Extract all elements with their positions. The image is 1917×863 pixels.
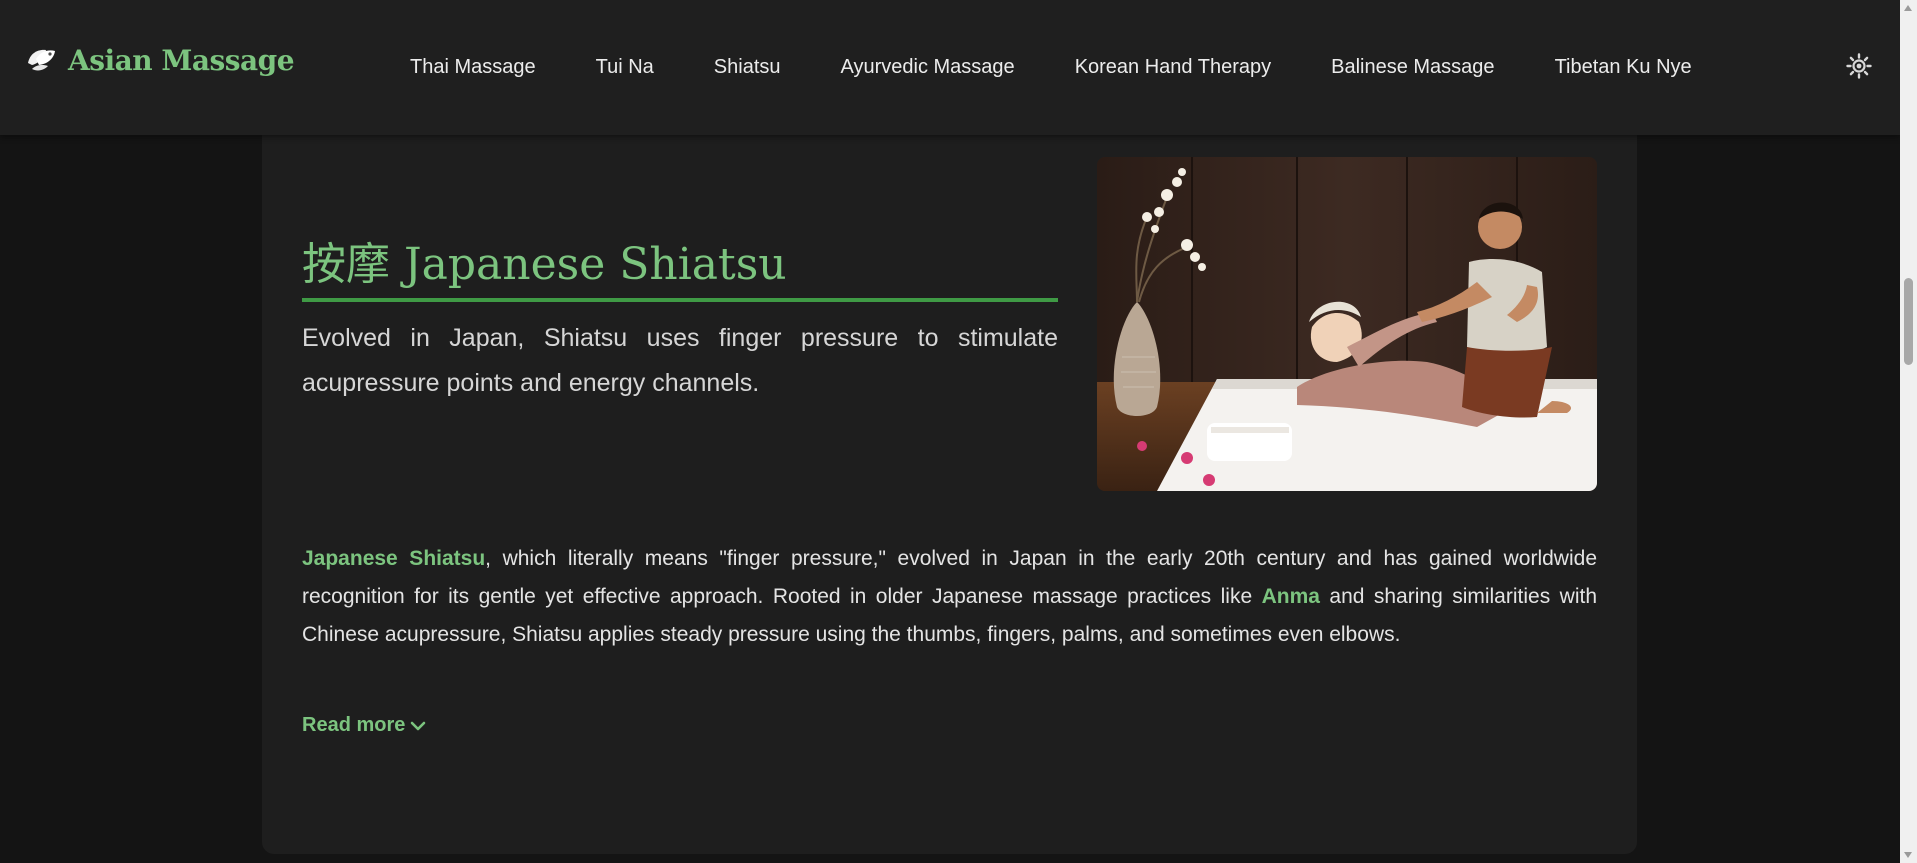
shiatsu-photo	[1097, 157, 1597, 491]
sun-icon[interactable]	[1846, 53, 1872, 79]
title-divider	[302, 298, 1058, 302]
read-more-label: Read more	[302, 714, 406, 736]
term-japanese-shiatsu: Japanese Shiatsu	[302, 547, 486, 570]
nav-item-korean-hand-therapy[interactable]: Korean Hand Therapy	[1075, 56, 1271, 79]
read-more-button[interactable]: Read more	[302, 714, 427, 737]
lotus-leaf-icon	[28, 49, 55, 71]
hero-image	[1097, 157, 1597, 491]
hero-description: Evolved in Japan, Shiatsu uses finger pr…	[302, 324, 1058, 397]
nav-item-tibetan-ku-nye[interactable]: Tibetan Ku Nye	[1555, 56, 1692, 79]
page-title: 按摩 Japanese Shiatsu	[302, 239, 787, 290]
page-scrollbar[interactable]	[1900, 0, 1917, 863]
scroll-up-arrow-icon[interactable]	[1904, 5, 1912, 11]
main-nav: Thai Massage Tui Na Shiatsu Ayurvedic Ma…	[410, 52, 1752, 82]
scroll-thumb[interactable]	[1904, 278, 1913, 365]
term-anma: Anma	[1261, 585, 1320, 608]
site-logo[interactable]: Asian Massage	[24, 40, 295, 80]
nav-item-tui-na[interactable]: Tui Na	[596, 56, 654, 79]
nav-item-balinese-massage[interactable]: Balinese Massage	[1331, 56, 1494, 79]
scroll-down-arrow-icon[interactable]	[1904, 852, 1912, 858]
nav-item-ayurvedic-massage[interactable]: Ayurvedic Massage	[841, 56, 1015, 79]
nav-item-thai-massage[interactable]: Thai Massage	[410, 56, 536, 79]
nav-item-shiatsu[interactable]: Shiatsu	[714, 56, 781, 79]
text-fade-overlay	[302, 656, 1597, 698]
content-card: 按摩 Japanese Shiatsu Evolved in Japan, Sh…	[262, 120, 1637, 854]
body-paragraph: Japanese Shiatsu, which literally means …	[302, 540, 1597, 654]
chevron-down-icon	[411, 721, 426, 730]
site-header: Asian Massage Thai Massage Tui Na Shiats…	[0, 0, 1900, 135]
site-title: Asian Massage	[68, 43, 295, 77]
